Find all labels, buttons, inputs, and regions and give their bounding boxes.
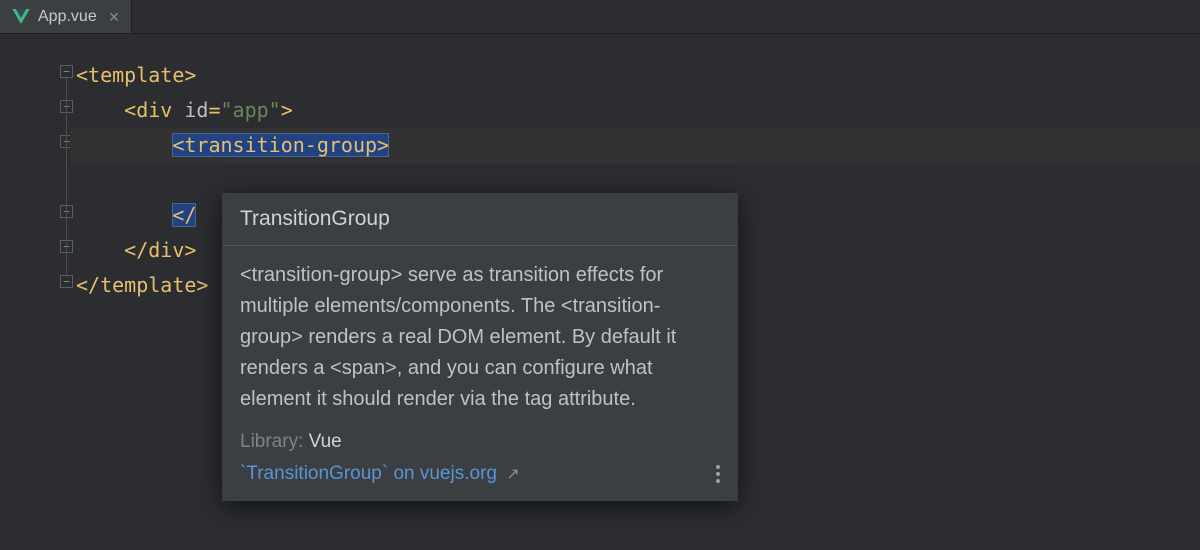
code-editor[interactable]: − − − − − − <template> <div id="app"> <t…: [0, 34, 1200, 550]
code-line: <template>: [70, 58, 1200, 93]
transition-group-tag: <transition-group>: [172, 133, 389, 157]
gutter: − − − − − −: [0, 34, 70, 550]
code-line: <div id="app">: [70, 93, 1200, 128]
close-icon[interactable]: ×: [105, 8, 120, 26]
doc-library: Library: Vue: [222, 425, 738, 457]
vue-icon: [12, 9, 30, 24]
editor-tab-app-vue[interactable]: App.vue ×: [0, 0, 132, 33]
code-line-current: <transition-group>: [70, 128, 1200, 163]
doc-external-link[interactable]: `TransitionGroup` on vuejs.org ↗: [240, 463, 520, 485]
doc-library-value: Vue: [309, 431, 342, 452]
editor-tab-bar: App.vue ×: [0, 0, 1200, 34]
more-options-icon[interactable]: [716, 465, 724, 483]
doc-library-label: Library:: [240, 431, 303, 452]
fold-guide: [66, 78, 67, 275]
quick-doc-popup: TransitionGroup <transition-group> serve…: [222, 193, 738, 501]
doc-body: <transition-group> serve as transition e…: [222, 246, 738, 425]
external-link-icon: ↗: [506, 466, 519, 483]
doc-title: TransitionGroup: [222, 193, 738, 246]
tab-filename: App.vue: [38, 8, 97, 26]
